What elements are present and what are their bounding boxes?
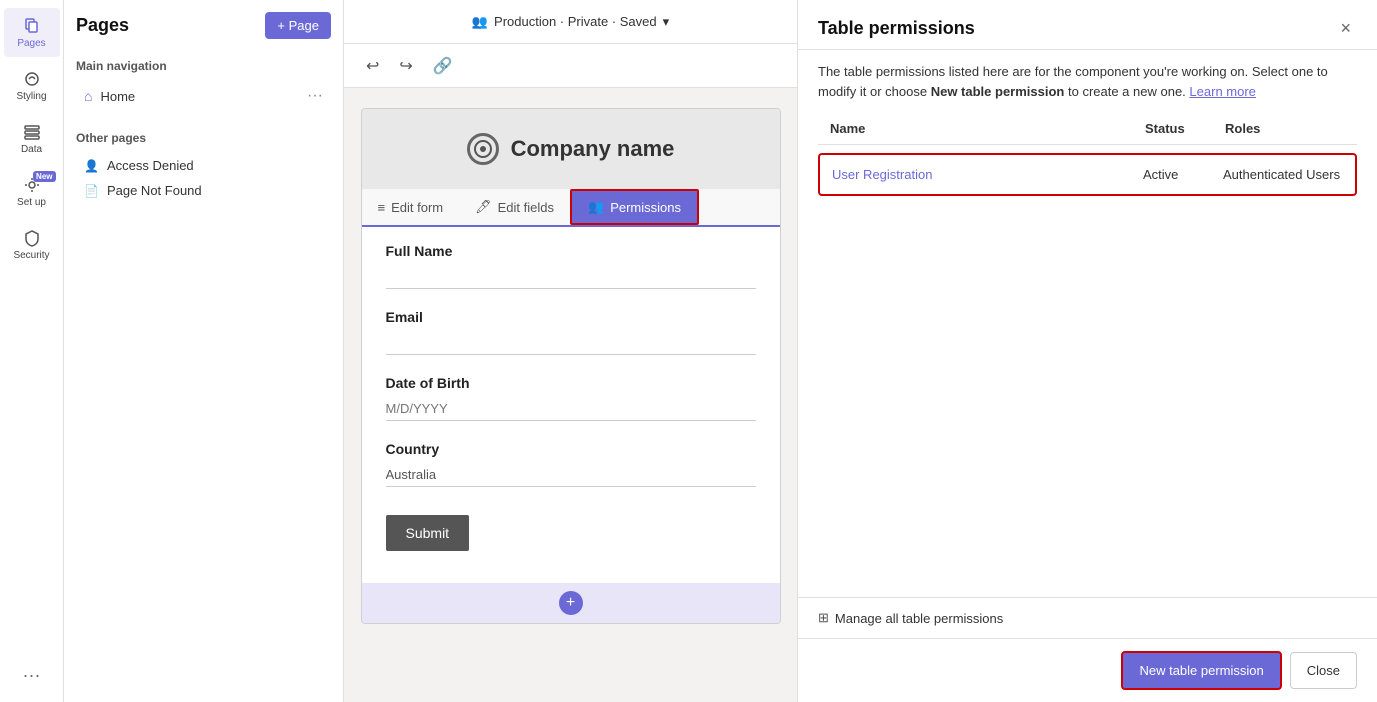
- learn-more-link[interactable]: Learn more: [1189, 84, 1255, 99]
- pages-title: Pages: [76, 15, 129, 36]
- list-item[interactable]: 📄 Page Not Found: [76, 178, 331, 203]
- form-field-email: Email: [386, 309, 756, 355]
- close-panel-button[interactable]: ×: [1334, 16, 1357, 41]
- permissions-table: Name Status Roles User Registration Acti…: [798, 113, 1377, 355]
- sidebar-pages-label: Pages: [17, 38, 45, 49]
- table-permissions-panel: Table permissions × The table permission…: [797, 0, 1377, 702]
- panel-description: The table permissions listed here are fo…: [798, 50, 1377, 113]
- people-icon: 👥: [472, 14, 488, 30]
- dob-input[interactable]: [386, 397, 756, 421]
- toolbar: ↩ ↪ 🔗: [344, 44, 797, 88]
- env-label[interactable]: 👥 Production · Private · Saved ▾: [472, 14, 669, 30]
- manage-link-label: Manage all table permissions: [835, 611, 1003, 626]
- fullname-label: Full Name: [386, 243, 756, 259]
- top-bar: 👥 Production · Private · Saved ▾: [344, 0, 797, 44]
- dob-label: Date of Birth: [386, 375, 756, 391]
- person-icon: 👤: [84, 159, 99, 173]
- sidebar-security-label: Security: [13, 250, 49, 261]
- data-icon: [22, 122, 42, 142]
- security-icon: [22, 228, 42, 248]
- grid-icon: ⊞: [818, 610, 829, 626]
- chevron-down-icon: ▾: [663, 14, 670, 30]
- form-tabs: ≡ Edit form 🖊 Edit fields 👥 Permissions: [362, 189, 780, 227]
- manage-permissions-link[interactable]: ⊞ Manage all table permissions: [818, 610, 1357, 626]
- home-nav-item[interactable]: ⌂ Home ···: [76, 81, 331, 111]
- sidebar-item-setup[interactable]: New Set up: [4, 167, 60, 216]
- col-roles: Roles: [1225, 121, 1345, 136]
- sidebar-item-data[interactable]: Data: [4, 114, 60, 163]
- sidebar-styling-label: Styling: [16, 91, 46, 102]
- perm-roles: Authenticated Users: [1223, 167, 1343, 182]
- home-icon: ⌂: [84, 88, 92, 104]
- other-pages-label: Other pages: [76, 131, 331, 145]
- panel-title: Table permissions: [818, 18, 975, 39]
- panel-actions: New table permission Close: [798, 638, 1377, 702]
- page-icon: 📄: [84, 184, 99, 198]
- perm-name[interactable]: User Registration: [832, 167, 1143, 182]
- pages-panel: Pages + Page Main navigation ⌂ Home ··· …: [64, 0, 344, 702]
- email-input[interactable]: [386, 331, 756, 355]
- undo-button[interactable]: ↩: [360, 52, 385, 80]
- col-name: Name: [830, 121, 1145, 136]
- tab-edit-form[interactable]: ≡ Edit form: [362, 189, 460, 225]
- table-header: Name Status Roles: [818, 113, 1357, 145]
- form-field-dob: Date of Birth: [386, 375, 756, 421]
- add-section-bar: +: [362, 583, 780, 623]
- new-badge: New: [33, 171, 55, 182]
- canvas-content: Company name ≡ Edit form 🖊 Edit fields 👥…: [344, 88, 797, 702]
- panel-header: Table permissions ×: [798, 0, 1377, 50]
- country-input[interactable]: [386, 463, 756, 487]
- panel-footer: ⊞ Manage all table permissions: [798, 597, 1377, 638]
- edit-fields-icon: 🖊: [475, 199, 492, 215]
- left-sidebar: Pages Styling Data New Set up: [0, 0, 64, 702]
- company-header: Company name: [362, 109, 780, 189]
- edit-form-label: Edit form: [391, 200, 443, 215]
- edit-fields-label: Edit fields: [498, 200, 554, 215]
- pages-header: Pages + Page: [76, 12, 331, 39]
- sidebar-item-security[interactable]: Security: [4, 220, 60, 269]
- edit-form-icon: ≡: [378, 200, 386, 215]
- col-status: Status: [1145, 121, 1225, 136]
- email-label: Email: [386, 309, 756, 325]
- sidebar-item-pages[interactable]: Pages: [4, 8, 60, 57]
- pages-icon: [22, 16, 42, 36]
- more-options[interactable]: ···: [23, 665, 41, 686]
- company-name: Company name: [511, 136, 675, 162]
- home-nav-label: Home: [100, 89, 135, 104]
- styling-icon: [22, 69, 42, 89]
- description-bold: New table permission: [931, 84, 1065, 99]
- description-end: to create a new one.: [1064, 84, 1185, 99]
- link-button[interactable]: 🔗: [427, 52, 459, 80]
- tab-permissions[interactable]: 👥 Permissions: [570, 189, 699, 225]
- redo-button[interactable]: ↪: [393, 52, 418, 80]
- permissions-label: Permissions: [610, 200, 681, 215]
- access-denied-label: Access Denied: [107, 158, 194, 173]
- fullname-input[interactable]: [386, 265, 756, 289]
- sidebar-data-label: Data: [21, 144, 42, 155]
- perm-status: Active: [1143, 167, 1223, 182]
- form-canvas: Company name ≡ Edit form 🖊 Edit fields 👥…: [361, 108, 781, 624]
- list-item[interactable]: 👤 Access Denied: [76, 153, 331, 178]
- form-field-fullname: Full Name: [386, 243, 756, 289]
- permissions-icon: 👥: [588, 199, 604, 215]
- tab-edit-fields[interactable]: 🖊 Edit fields: [459, 189, 570, 225]
- company-icon: [467, 133, 499, 165]
- main-nav-label: Main navigation: [76, 59, 331, 73]
- submit-button[interactable]: Submit: [386, 515, 470, 551]
- table-row[interactable]: User Registration Active Authenticated U…: [818, 153, 1357, 196]
- home-nav-dots[interactable]: ···: [307, 87, 323, 105]
- main-canvas: 👥 Production · Private · Saved ▾ ↩ ↪ 🔗 C…: [344, 0, 797, 702]
- sidebar-item-styling[interactable]: Styling: [4, 61, 60, 110]
- add-section-button[interactable]: +: [559, 591, 583, 615]
- country-label: Country: [386, 441, 756, 457]
- page-not-found-label: Page Not Found: [107, 183, 202, 198]
- env-text: Production · Private · Saved: [494, 14, 657, 29]
- sidebar-setup-label: Set up: [17, 197, 46, 208]
- new-table-permission-button[interactable]: New table permission: [1121, 651, 1281, 690]
- close-button[interactable]: Close: [1290, 652, 1357, 689]
- form-field-country: Country: [386, 441, 756, 487]
- form-body: Full Name Email Date of Birth Country Su…: [362, 227, 780, 575]
- add-page-button[interactable]: + Page: [265, 12, 331, 39]
- other-pages-section: Other pages 👤 Access Denied 📄 Page Not F…: [76, 127, 331, 203]
